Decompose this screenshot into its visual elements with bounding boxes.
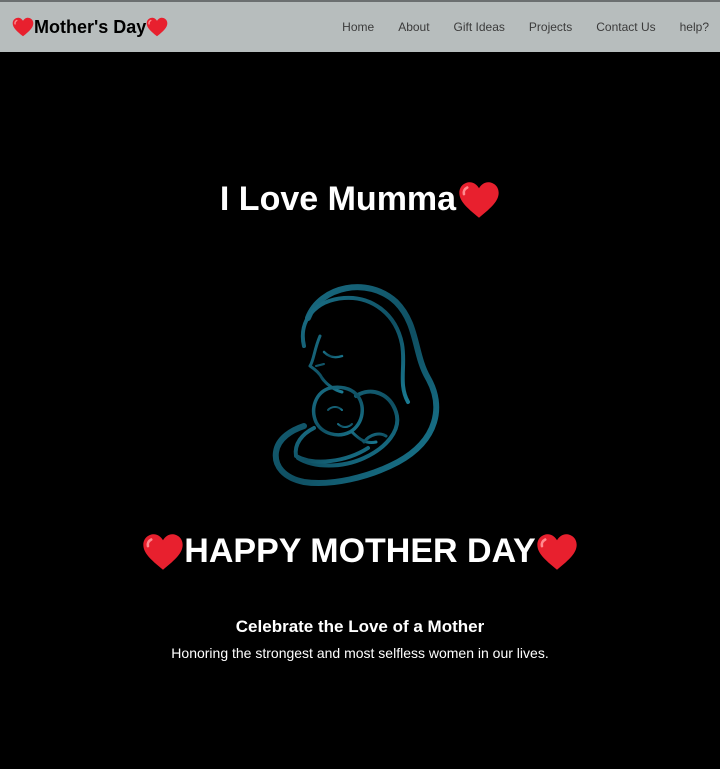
main-content: I Love Mumma HAPPY MOTHER DAY Celebrate …: [0, 52, 720, 769]
nav-link-help[interactable]: help?: [680, 20, 709, 34]
mother-and-child-illustration: [272, 284, 440, 486]
brand-text: Mother's Day: [34, 16, 147, 37]
heart-icon: [12, 17, 34, 37]
heart-icon: [459, 181, 499, 218]
navbar: Mother's Day Home About Gift Ideas Proje…: [0, 2, 720, 52]
nav-link-projects[interactable]: Projects: [529, 20, 572, 34]
banner-text: HAPPY MOTHER DAY: [184, 532, 536, 570]
heart-icon: [537, 533, 577, 570]
page-title-text: I Love Mumma: [219, 180, 457, 218]
nav-link-gift-ideas[interactable]: Gift Ideas: [454, 20, 505, 34]
heart-icon: [143, 533, 183, 570]
nav-link-home[interactable]: Home: [342, 20, 374, 34]
subheading: Celebrate the Love of a Mother: [235, 617, 485, 636]
banner-heading: HAPPY MOTHER DAY: [0, 532, 720, 571]
nav-link-contact-us[interactable]: Contact Us: [596, 20, 655, 34]
tagline: Honoring the strongest and most selfless…: [171, 645, 549, 661]
nav-link-about[interactable]: About: [398, 20, 429, 34]
heart-icon: [147, 17, 168, 37]
nav-links: Home About Gift Ideas Projects Contact U…: [342, 20, 709, 34]
brand-logo[interactable]: Mother's Day: [12, 17, 168, 38]
page-title: I Love Mumma: [0, 180, 720, 219]
